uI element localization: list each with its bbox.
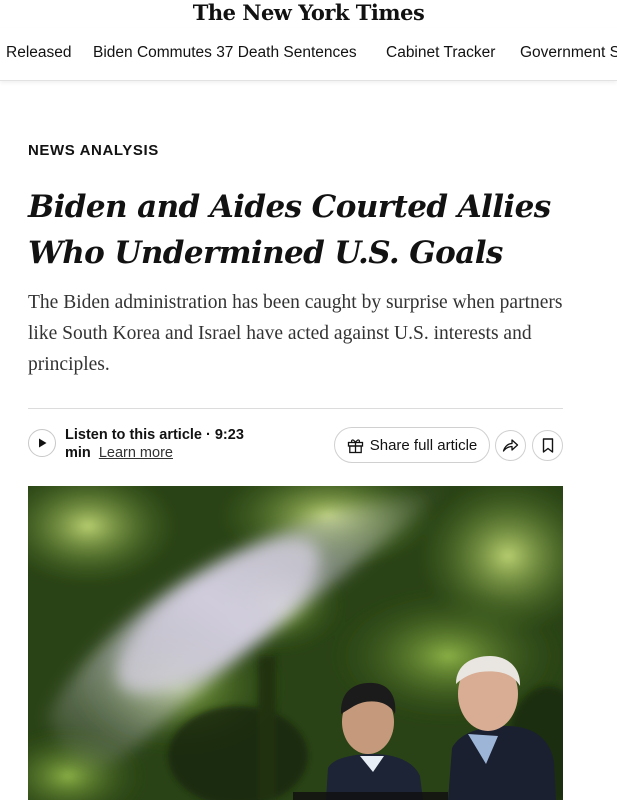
listen-unit: min (65, 445, 91, 461)
article-headline: Biden and Aides Courted Allies Who Under… (28, 189, 551, 271)
listen-label: Listen to this article · 9:23 (65, 427, 244, 443)
learn-more-link[interactable]: Learn more (99, 445, 173, 461)
nav-item-cabinet-tracker[interactable]: Cabinet Tracker (386, 44, 495, 62)
bookmark-icon (542, 438, 553, 453)
share-button[interactable] (495, 430, 526, 461)
listen-info: Listen to this article · 9:23 min Learn … (65, 426, 275, 462)
nyt-logo[interactable]: The New York Times (193, 0, 425, 25)
divider (28, 408, 563, 409)
play-button[interactable] (28, 429, 56, 457)
gift-icon (347, 438, 363, 453)
nav-item-death-sentences[interactable]: Biden Commutes 37 Death Sentences (93, 44, 357, 62)
share-full-article-button[interactable]: Share full article (334, 427, 490, 463)
share-arrow-icon (502, 439, 519, 452)
masthead: The New York Times (0, 0, 617, 28)
share-label: Share full article (369, 436, 478, 454)
article-kicker: NEWS ANALYSIS (28, 142, 159, 159)
bookmark-button[interactable] (532, 430, 563, 461)
play-icon (39, 438, 47, 448)
nav-item-released[interactable]: Released (6, 44, 72, 62)
top-nav: Released Biden Commutes 37 Death Sentenc… (0, 28, 617, 81)
photo-illustration (28, 486, 563, 800)
article-photo (28, 486, 563, 800)
article-summary: The Biden administration has been caught… (28, 292, 563, 375)
nav-item-government[interactable]: Government S (520, 44, 617, 62)
